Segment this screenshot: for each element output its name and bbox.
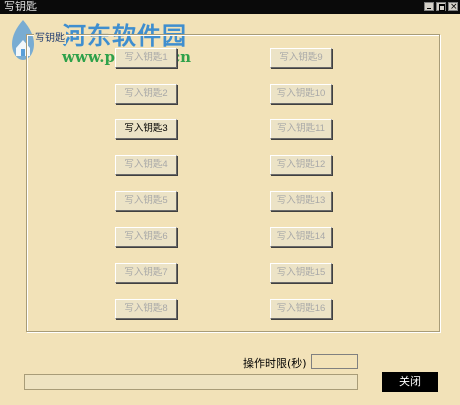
write-key-7-button[interactable]: 写入钥匙7 — [115, 263, 177, 283]
write-key-8-button[interactable]: 写入钥匙8 — [115, 299, 177, 319]
write-key-13-button[interactable]: 写入钥匙13 — [270, 191, 332, 211]
close-icon[interactable] — [448, 0, 458, 14]
write-key-11-button[interactable]: 写入钥匙11 — [270, 119, 332, 139]
write-key-9-button[interactable]: 写入钥匙9 — [270, 48, 332, 68]
write-key-15-button[interactable]: 写入钥匙15 — [270, 263, 332, 283]
write-key-10-button[interactable]: 写入钥匙10 — [270, 84, 332, 104]
write-key-4-button[interactable]: 写入钥匙4 — [115, 155, 177, 175]
time-limit-label: 操作时限(秒) — [243, 357, 307, 370]
time-limit-field[interactable] — [311, 354, 358, 369]
maximize-icon[interactable] — [436, 2, 446, 11]
write-key-16-button[interactable]: 写入钥匙16 — [270, 299, 332, 319]
group-label: 写钥匙 — [34, 29, 66, 44]
window-title: 写钥匙 — [4, 0, 37, 13]
write-key-12-button[interactable]: 写入钥匙12 — [270, 155, 332, 175]
write-key-1-button[interactable]: 写入钥匙1 — [115, 48, 177, 68]
progress-bar — [24, 374, 358, 390]
key-group-box — [26, 34, 440, 332]
write-key-2-button[interactable]: 写入钥匙2 — [115, 84, 177, 104]
title-bar: 写钥匙 — [0, 0, 460, 14]
close-button[interactable]: 关闭 — [382, 372, 438, 392]
write-key-5-button[interactable]: 写入钥匙5 — [115, 191, 177, 211]
write-key-3-button[interactable]: 写入钥匙3 — [115, 119, 177, 139]
write-key-6-button[interactable]: 写入钥匙6 — [115, 227, 177, 247]
minimize-icon[interactable] — [424, 2, 434, 11]
write-key-14-button[interactable]: 写入钥匙14 — [270, 227, 332, 247]
